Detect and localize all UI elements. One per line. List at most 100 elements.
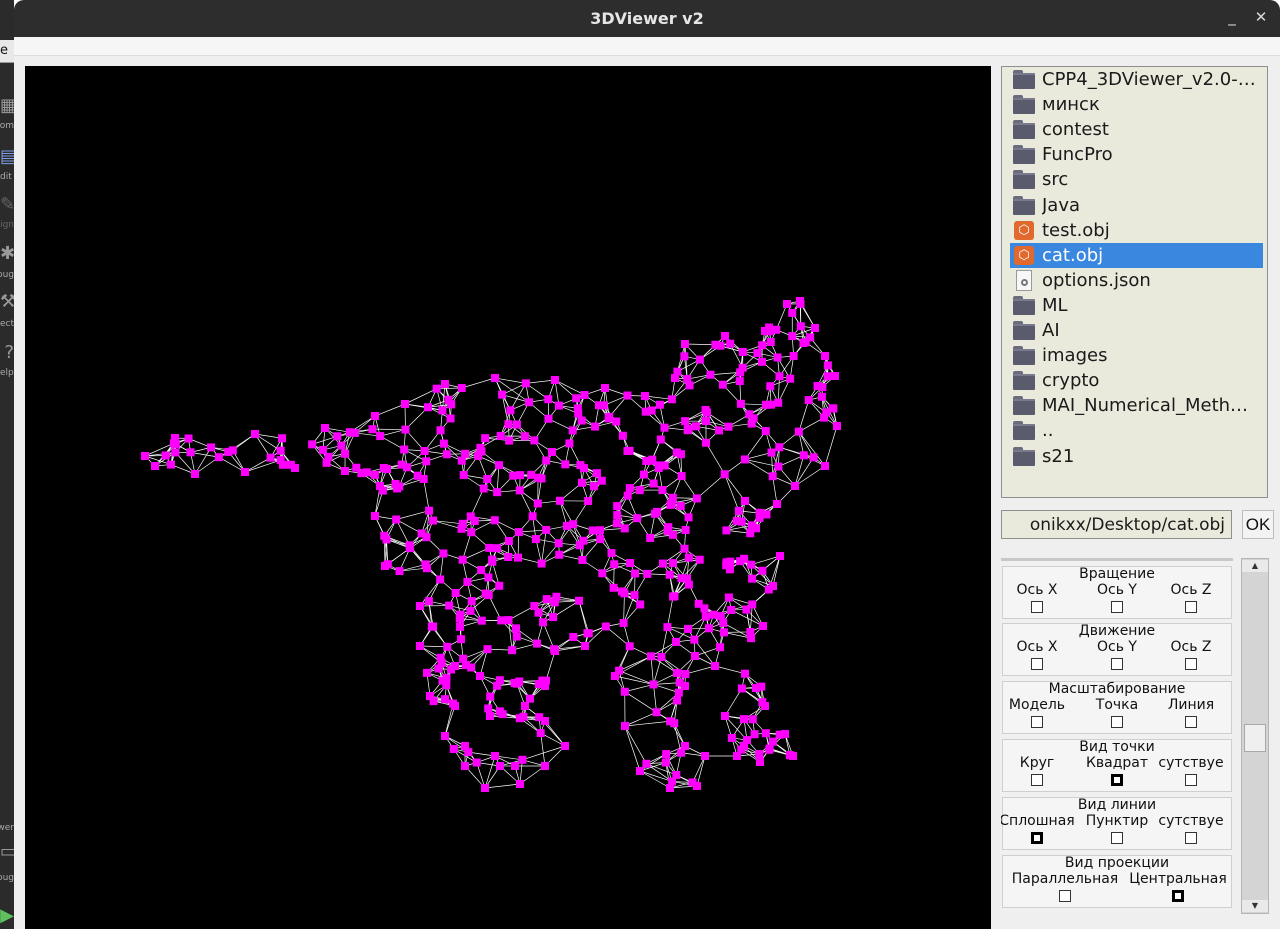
vertex-point [775,372,784,381]
folder-icon [1013,370,1035,391]
bug-icon[interactable]: ✱ [0,243,14,265]
vertex-point [755,750,764,759]
file-name: FuncPro [1042,144,1113,166]
file-item[interactable]: AI [1010,318,1263,343]
file-item[interactable]: CPP4_3DViewer_v2.0-… [1010,67,1263,92]
help-icon[interactable]: ? [0,342,14,364]
option-checkbox[interactable] [1031,774,1043,786]
path-input[interactable] [1001,510,1232,539]
scroll-up-icon[interactable]: ▲ [1242,560,1268,572]
vertex-point [391,479,400,488]
vertex-point [341,467,349,475]
vertex-point [477,616,486,625]
vertex-point [722,561,731,570]
close-icon[interactable]: ✕ [1251,8,1271,26]
option-checkbox[interactable] [1031,658,1043,670]
option-checkbox[interactable] [1111,658,1123,670]
vertex-point [308,440,317,449]
option-checkbox[interactable] [1031,832,1043,844]
file-item[interactable]: Java [1010,193,1263,218]
vertex-point [493,488,502,497]
file-item[interactable]: ⬡ cat.obj [1010,242,1263,268]
monitor-icon[interactable]: ▭ [0,841,14,863]
option-checkbox[interactable] [1111,601,1123,613]
vertex-point [442,674,451,683]
vertex-point [228,446,237,455]
option-checkbox[interactable] [1031,601,1043,613]
vertex-point [818,383,827,392]
vertex-point [789,352,798,361]
vertex-point [591,422,600,431]
vertex-point [721,332,729,340]
vertex-point [161,451,170,460]
file-item[interactable]: src [1010,167,1263,192]
vertex-point [518,755,527,764]
pencil-icon[interactable]: ✎ [0,194,14,216]
vertex-point [276,446,285,455]
wireframe-edge [724,474,740,511]
file-browser[interactable]: CPP4_3DViewer_v2.0-… минск contest FuncPro s… [1001,66,1268,498]
vertex-point [457,384,466,393]
vertex-point [533,499,542,508]
vertex-point [541,762,549,770]
vertex-point [833,422,841,430]
ok-button[interactable]: OK [1242,510,1274,539]
file-item[interactable]: минск [1010,92,1263,117]
wireframe-edge [824,425,838,467]
vertex-point [592,469,601,478]
file-item[interactable]: ML [1010,293,1263,318]
vertex-point [681,340,689,348]
option-checkbox[interactable] [1185,832,1197,844]
wrench-icon[interactable]: ⚒ [0,291,14,313]
settings-scrollbar[interactable]: ▲ ▼ [1241,558,1269,914]
file-item[interactable]: ⬡ test.obj [1010,218,1263,243]
scroll-thumb[interactable] [1244,724,1266,752]
option-checkbox[interactable] [1185,658,1197,670]
file-item[interactable]: FuncPro [1010,142,1263,167]
option-checkbox[interactable] [1185,716,1197,728]
vertex-point [371,412,379,420]
option-checkbox[interactable] [1111,832,1123,844]
settings-panel: Вращение Ось X Ось Y Ось Z Движение Ось X Ось … [1001,558,1233,914]
file-item[interactable]: .. [1010,418,1263,443]
vertex-point [691,422,700,431]
vertex-point [438,406,447,415]
scroll-down-icon[interactable]: ▼ [1242,900,1268,912]
vertex-point [756,758,764,766]
file-item[interactable]: options.json [1010,268,1263,293]
edit-icon[interactable]: ▤ [0,146,14,168]
vertex-point [761,427,770,436]
file-item[interactable]: images [1010,343,1263,368]
file-item[interactable]: s21 [1010,444,1263,469]
vertex-point [467,597,476,606]
run-icon[interactable]: ▶ [0,905,14,927]
vertex-point [448,699,457,708]
vertex-point [823,361,832,370]
file-name: options.json [1042,269,1151,291]
vertex-point [683,426,692,435]
settings-group: Движение Ось X Ось Y Ось Z [1002,623,1232,676]
file-item[interactable]: crypto [1010,368,1263,393]
ide-tab[interactable]: e [0,40,14,63]
vertex-point [577,416,586,425]
option-checkbox[interactable] [1185,601,1197,613]
cube-file-icon: ⬡ [1013,220,1035,241]
3d-viewport[interactable] [25,66,991,929]
option-checkbox[interactable] [1185,774,1197,786]
vertex-point [169,439,178,448]
vertex-point [516,780,524,788]
option-checkbox[interactable] [1031,716,1043,728]
minimize-icon[interactable]: _ [1222,8,1242,26]
file-item[interactable]: MAI_Numerical_Meth… [1010,393,1263,418]
vertex-point [658,486,667,495]
vertex-point [736,557,745,566]
option-checkbox[interactable] [1059,890,1071,902]
option-checkbox[interactable] [1172,890,1184,902]
option-checkbox[interactable] [1111,774,1123,786]
file-item[interactable]: contest [1010,117,1263,142]
vertex-point [675,678,684,687]
option-checkbox[interactable] [1111,716,1123,728]
vertex-point [820,413,829,422]
vertex-point [695,555,704,564]
grid-icon[interactable]: ▦ [0,95,14,117]
